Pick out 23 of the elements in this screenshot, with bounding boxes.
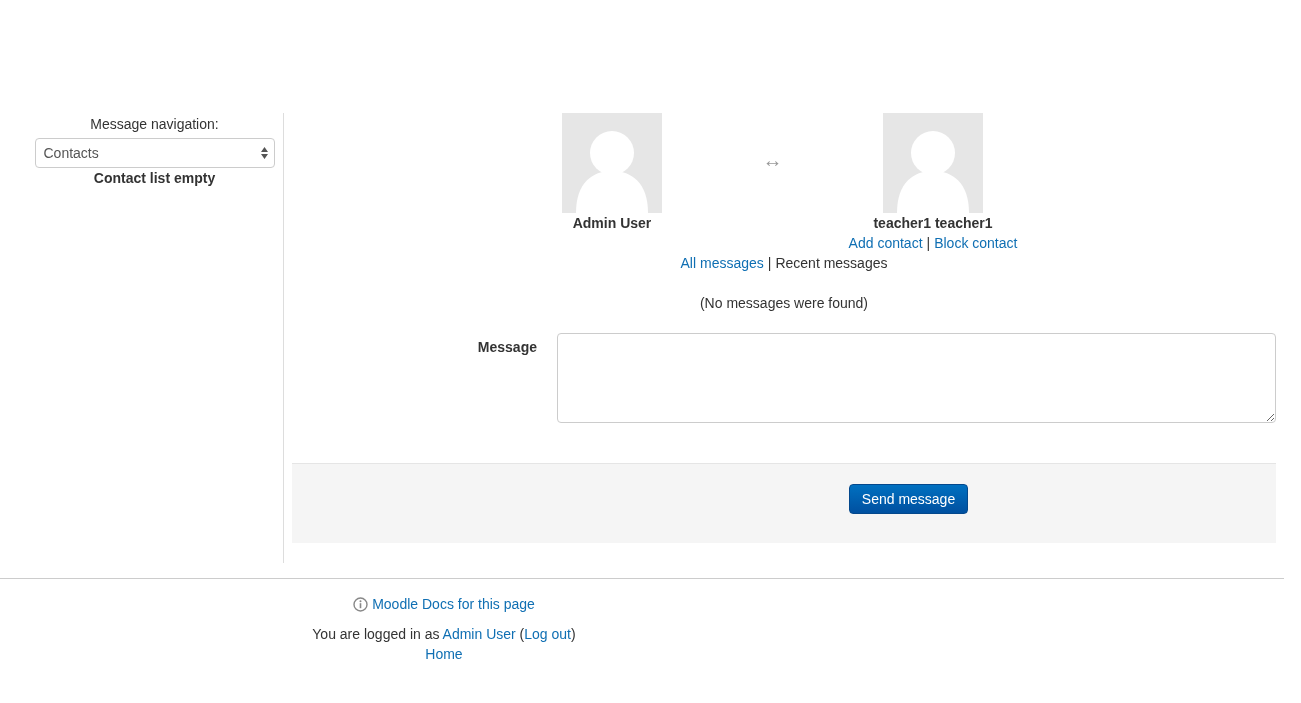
separator: | (767, 255, 772, 271)
contact-list-empty-note: Contact list empty (93, 169, 216, 188)
separator: | (926, 235, 931, 251)
contact-action-link[interactable]: Block contact (934, 235, 1018, 251)
login-info: You are logged in as Admin User (Log out) (311, 625, 577, 644)
history-link[interactable]: All messages (680, 255, 764, 271)
navigation-label: Message navigation: (90, 115, 219, 133)
navigation-select[interactable]: Contacts (34, 138, 275, 168)
docs-link[interactable]: Moodle Docs for this page (372, 594, 535, 614)
logout-link[interactable]: Log out (524, 626, 571, 642)
user-profile-link[interactable]: Admin User (442, 626, 516, 642)
two-way-arrow-icon: ↔ (712, 113, 833, 172)
user-name: Admin User (572, 214, 652, 233)
up-down-arrows-icon (260, 147, 268, 159)
info-icon (353, 596, 369, 612)
message-label: Message (476, 338, 537, 357)
history-current: Recent messages (775, 255, 888, 271)
contact-action-link[interactable]: Add contact (848, 235, 923, 251)
send-message-button[interactable]: Send message (849, 484, 968, 514)
home-link[interactable]: Home (425, 646, 463, 662)
no-messages-note: (No messages were found) (698, 294, 870, 313)
contact-name: teacher1 teacher1 (873, 214, 993, 233)
message-field[interactable] (557, 333, 1276, 423)
